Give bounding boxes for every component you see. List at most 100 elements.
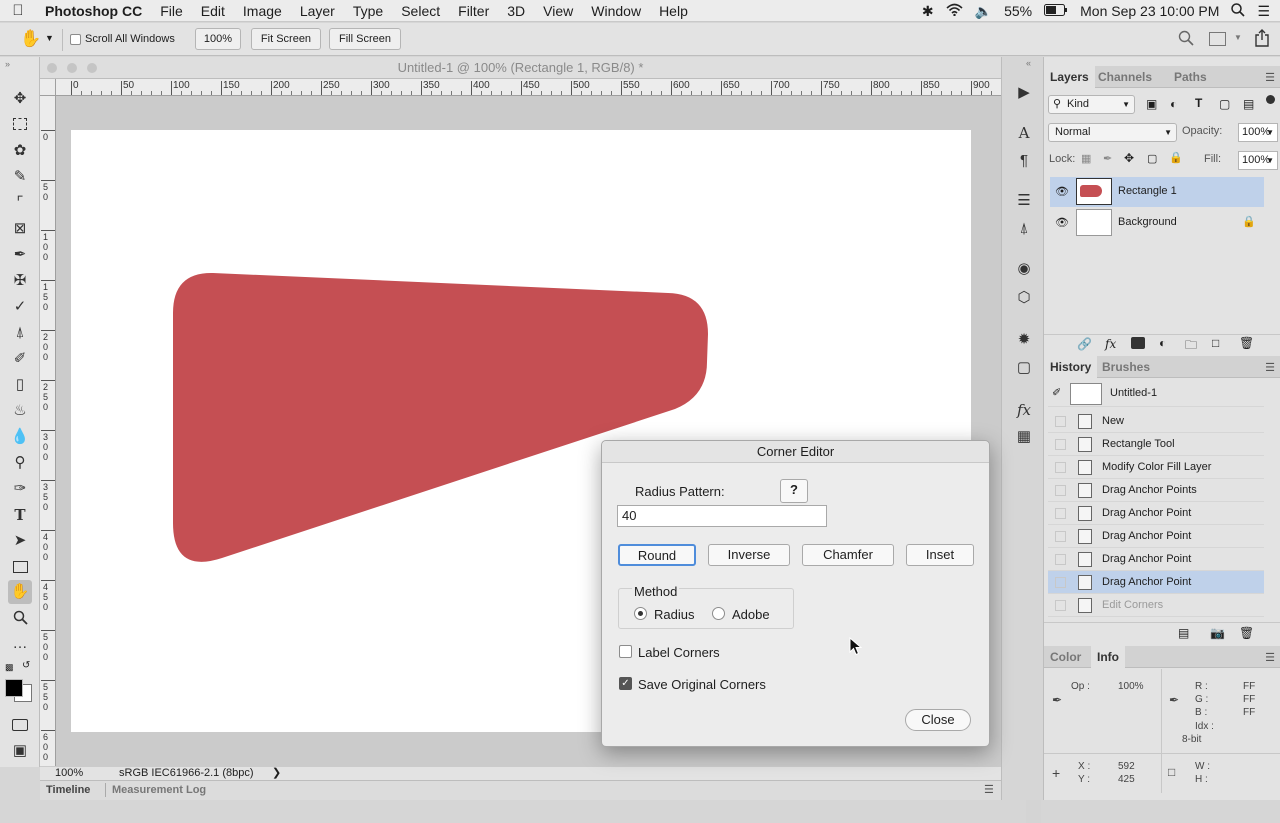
menu-image[interactable]: Image (234, 0, 291, 22)
menu-layer[interactable]: Layer (291, 0, 344, 22)
grid-icon[interactable]: ▦ (1014, 427, 1034, 447)
eyedropper-icon[interactable]: ✒ (1169, 693, 1179, 707)
tab-channels[interactable]: Channels (1092, 66, 1158, 88)
round-button[interactable]: Round (618, 544, 696, 566)
ruler-origin[interactable] (40, 79, 56, 96)
document-tab[interactable]: Untitled-1 @ 100% (Rectangle 1, RGB/8) * (40, 57, 1001, 79)
crop-tool-icon[interactable]: ⌜ (8, 191, 32, 215)
tab-measurement-log[interactable]: Measurement Log (112, 781, 206, 799)
status-zoom[interactable]: 100% (55, 767, 83, 780)
history-brush-tool-icon[interactable]: ✐ (8, 347, 32, 371)
frame-tool-icon[interactable]: ⊠ (8, 217, 32, 241)
shape-filter-icon[interactable]: ▢ (1219, 97, 1230, 111)
screen-mode-icon[interactable]: ▣ (8, 739, 32, 763)
menu-file[interactable]: File (151, 0, 192, 22)
camera-snapshot-icon[interactable]: 📷 (1210, 626, 1225, 640)
label-corners-label[interactable]: Label Corners (638, 645, 720, 660)
layer-name[interactable]: Rectangle 1 (1118, 185, 1177, 197)
close-button[interactable]: Close (905, 709, 971, 731)
paint-bucket-tool-icon[interactable]: ♨ (8, 399, 32, 423)
smart-object-filter-icon[interactable]: ▤ (1243, 97, 1254, 111)
history-item[interactable]: Rectangle Tool (1048, 433, 1264, 456)
tab-paths[interactable]: Paths (1168, 66, 1213, 88)
type-tool-icon[interactable]: T (8, 503, 32, 527)
visibility-eye-icon[interactable]: 👁 (1055, 216, 1069, 229)
link-layers-icon[interactable]: 🔗 (1077, 337, 1092, 351)
chevron-down-icon[interactable]: ▼ (45, 33, 54, 43)
panel-menu-icon[interactable]: ☰ (1265, 71, 1275, 84)
history-item[interactable]: Drag Anchor Point (1048, 525, 1264, 548)
save-original-corners-checkbox[interactable]: ✓ (619, 677, 632, 690)
path-selection-tool-icon[interactable]: ➤ (8, 529, 32, 553)
search-icon[interactable] (1178, 30, 1194, 49)
collapse-arrows-icon[interactable]: » (5, 59, 10, 69)
menu-help[interactable]: Help (650, 0, 697, 22)
fit-screen-button[interactable]: Fit Screen (251, 28, 321, 50)
lock-all-icon[interactable]: 🔒 (1169, 151, 1183, 164)
layer-row-background[interactable]: 👁 Background 🔒 (1050, 208, 1264, 238)
history-item[interactable]: Drag Anchor Point (1048, 548, 1264, 571)
close-icon[interactable] (47, 63, 57, 73)
workspace-switcher-icon[interactable] (1209, 32, 1226, 46)
history-item[interactable]: Drag Anchor Point (1048, 571, 1264, 594)
add-mask-icon[interactable] (1131, 337, 1145, 349)
history-brush-checkbox[interactable] (1055, 416, 1066, 427)
menu-view[interactable]: View (534, 0, 582, 22)
hand-tool-icon[interactable]: ✋ (8, 580, 32, 604)
history-brush-checkbox[interactable] (1055, 531, 1066, 542)
help-button[interactable]: ? (780, 479, 808, 503)
apple-menu-icon[interactable]:  (0, 2, 36, 19)
eyedropper-tool-icon[interactable]: ✒ (8, 243, 32, 267)
visibility-eye-icon[interactable]: 👁 (1055, 185, 1069, 198)
menu-app-name[interactable]: Photoshop CC (36, 0, 151, 22)
quick-mask-icon[interactable] (8, 713, 32, 737)
marquee-tool-icon[interactable] (8, 113, 32, 137)
dodge-tool-icon[interactable]: ⚲ (8, 451, 32, 475)
history-item[interactable]: Drag Anchor Point (1048, 502, 1264, 525)
method-radius-label[interactable]: Radius (654, 607, 694, 622)
zoom-tool-icon[interactable] (8, 606, 32, 630)
adjustment-layer-icon[interactable]: ◐ (1159, 336, 1166, 350)
history-brush-source-icon[interactable]: ✐ (1052, 386, 1061, 399)
scroll-all-windows-checkbox[interactable] (70, 34, 81, 45)
default-colors-icon[interactable]: ▩ (5, 662, 14, 673)
new-layer-icon[interactable]: □ (1212, 336, 1219, 350)
lasso-tool-icon[interactable]: ✿ (8, 139, 32, 163)
method-adobe-label[interactable]: Adobe (732, 607, 770, 622)
history-item[interactable]: Edit Corners (1048, 594, 1264, 617)
volume-icon[interactable]: 🔈 (975, 3, 992, 20)
tab-history[interactable]: History (1044, 356, 1098, 378)
history-brush-checkbox[interactable] (1055, 462, 1066, 473)
menu-3d[interactable]: 3D (498, 0, 534, 22)
opacity-input[interactable]: 100% ▼ (1238, 123, 1278, 142)
type-filter-icon[interactable]: T (1195, 96, 1202, 110)
clone-source-icon[interactable]: ⍋ (1014, 219, 1034, 239)
battery-icon[interactable] (1044, 3, 1068, 19)
fill-screen-button[interactable]: Fill Screen (329, 28, 401, 50)
history-item[interactable]: Drag Anchor Points (1048, 479, 1264, 502)
vertical-ruler[interactable]: 0 50 100 150 200 250 300 350 400 450 500 550 600 (40, 96, 56, 766)
history-snapshot[interactable]: ✐ Untitled-1 (1048, 381, 1264, 407)
menu-type[interactable]: Type (344, 0, 392, 22)
3d-object-icon[interactable]: ⬡ (1014, 288, 1034, 308)
collapse-arrows-icon[interactable]: « (1026, 58, 1031, 68)
clone-stamp-tool-icon[interactable]: ⍋ (8, 321, 32, 345)
history-item[interactable]: Modify Color Fill Layer (1048, 456, 1264, 479)
spotlight-search-icon[interactable] (1231, 2, 1246, 20)
history-brush-checkbox[interactable] (1055, 600, 1066, 611)
zoom-100-button[interactable]: 100% (195, 28, 241, 50)
pixel-filter-icon[interactable]: ▣ (1146, 97, 1157, 111)
method-radius-radio[interactable] (634, 607, 647, 620)
save-original-corners-label[interactable]: Save Original Corners (638, 677, 766, 692)
history-brush-checkbox[interactable] (1055, 508, 1066, 519)
fx-icon[interactable]: fx (1105, 337, 1116, 351)
history-brush-checkbox[interactable] (1055, 439, 1066, 450)
tab-color[interactable]: Color (1044, 646, 1087, 668)
inverse-button[interactable]: Inverse (708, 544, 790, 566)
share-icon[interactable] (1254, 29, 1270, 50)
eraser-tool-icon[interactable]: ▯ (8, 373, 32, 397)
chevron-down-icon[interactable]: ▼ (1234, 33, 1242, 42)
status-menu-arrow-icon[interactable]: ❯ (272, 767, 281, 780)
wifi-icon[interactable] (946, 3, 963, 19)
filter-toggle-icon[interactable] (1266, 95, 1275, 104)
